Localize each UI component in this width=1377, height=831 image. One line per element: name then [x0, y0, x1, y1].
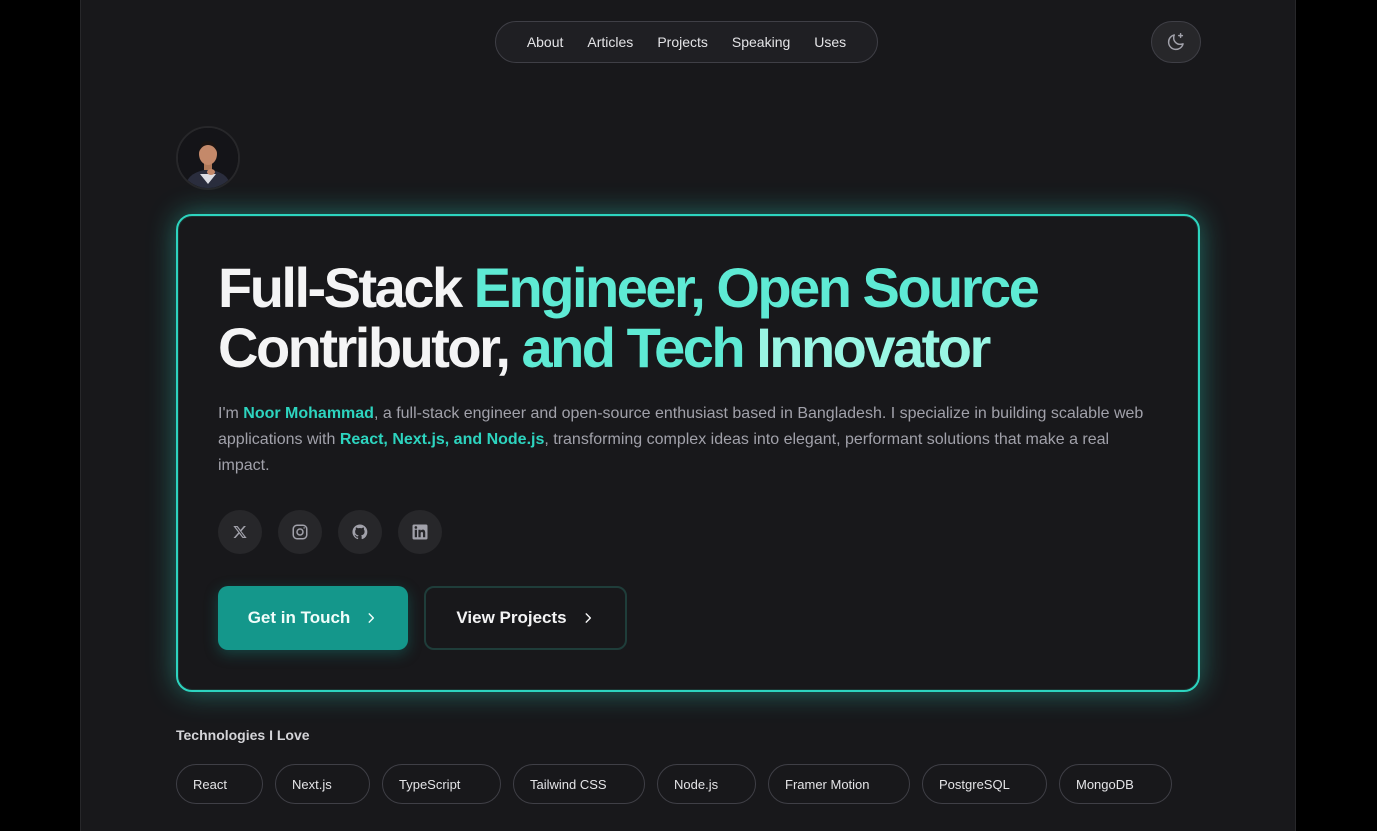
github-link[interactable] [338, 510, 382, 554]
main-nav: About Articles Projects Speaking Uses [495, 21, 878, 63]
tech-chip-postgresql: PostgreSQL [922, 764, 1047, 804]
tech-chip-nextjs: Next.js [275, 764, 370, 804]
nav-item-speaking[interactable]: Speaking [732, 34, 790, 50]
get-in-touch-button[interactable]: Get in Touch [218, 586, 408, 650]
headline-part4: and Tech [521, 316, 757, 379]
social-links [218, 510, 442, 554]
theme-toggle-button[interactable] [1151, 21, 1201, 63]
instagram-link[interactable] [278, 510, 322, 554]
tech-chip-react: React [176, 764, 263, 804]
headline-part3: Contributor, [218, 316, 522, 379]
moon-sparkle-icon [1167, 33, 1184, 51]
technologies-list: React Next.js TypeScript Tailwind CSS No… [176, 764, 1172, 804]
technologies-title: Technologies I Love [176, 727, 310, 743]
view-projects-button[interactable]: View Projects [424, 586, 627, 650]
headline-part2: Engineer, Open Source [473, 256, 1040, 319]
linkedin-icon [412, 524, 428, 540]
x-link[interactable] [218, 510, 262, 554]
intro-prefix: I'm [218, 405, 244, 422]
nav-item-articles[interactable]: Articles [587, 34, 633, 50]
headline-part1: Full-Stack [218, 256, 474, 319]
nav-item-projects[interactable]: Projects [657, 34, 708, 50]
nav-item-about[interactable]: About [527, 34, 564, 50]
headline-part5: Innovator [756, 316, 991, 379]
intro-stack: React, Next.js, and Node.js [339, 431, 545, 448]
github-icon [352, 524, 368, 540]
view-projects-label: View Projects [456, 608, 567, 627]
tech-chip-mongodb: MongoDB [1059, 764, 1172, 804]
hero-card: Full-Stack Engineer, Open Source Contrib… [176, 214, 1200, 692]
intro-paragraph: I'm Noor Mohammad, a full-stack engineer… [218, 401, 1148, 479]
instagram-icon [292, 524, 308, 540]
tech-chip-typescript: TypeScript [382, 764, 501, 804]
chevron-right-icon [585, 613, 591, 623]
chevron-right-icon [368, 613, 375, 623]
avatar [176, 126, 240, 190]
tech-chip-tailwind: Tailwind CSS [513, 764, 645, 804]
page-title: Full-Stack Engineer, Open Source Contrib… [218, 258, 1158, 378]
tech-chip-framer-motion: Framer Motion [768, 764, 910, 804]
nav-item-uses[interactable]: Uses [814, 34, 846, 50]
get-in-touch-label: Get in Touch [247, 608, 351, 627]
tech-chip-nodejs: Node.js [657, 764, 756, 804]
profile-photo [178, 128, 238, 188]
linkedin-link[interactable] [398, 510, 442, 554]
intro-name: Noor Mohammad [243, 405, 374, 422]
x-icon [233, 526, 247, 538]
